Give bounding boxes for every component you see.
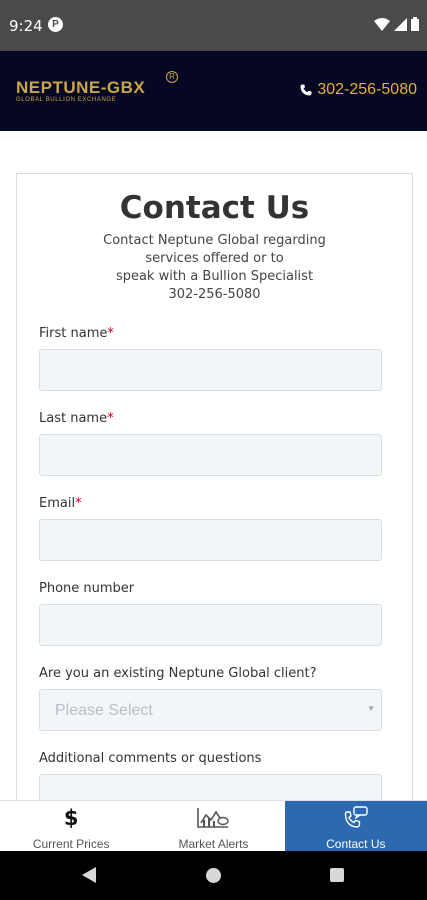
phone-chat-icon — [344, 806, 368, 828]
nav-label: Contact Us — [326, 837, 386, 851]
dollar-icon: $ — [63, 806, 79, 830]
nav-market-alerts[interactable]: Market Alerts — [142, 801, 284, 852]
nav-label: Current Prices — [32, 837, 110, 851]
contact-subtitle: Contact Neptune Global regarding service… — [17, 232, 412, 304]
app-header: NEPTUNE-GBX GLOBAL BULLION EXCHANGE R 30… — [0, 51, 427, 131]
required-marker: * — [107, 326, 114, 341]
back-icon[interactable] — [82, 867, 96, 883]
logo-text: NEPTUNE-GBX — [16, 78, 146, 97]
email-label: Email* — [39, 496, 82, 511]
subtitle-line: services offered or to — [145, 251, 284, 266]
phone-number-label: Phone number — [39, 581, 135, 596]
nav-contact-us[interactable]: Contact Us — [284, 801, 427, 852]
first-name-input[interactable] — [39, 349, 382, 391]
phone-number-input[interactable] — [39, 604, 382, 646]
header-phone-link[interactable]: 302-256-5080 — [300, 81, 417, 99]
caret-down-icon: ▼ — [367, 704, 375, 713]
registered-mark-icon: R — [166, 71, 178, 83]
subtitle-phone[interactable]: 302-256-5080 — [17, 286, 412, 304]
status-time: 9:24 — [9, 17, 43, 35]
nav-label: Market Alerts — [178, 837, 249, 851]
wifi-icon — [374, 17, 390, 31]
comments-label: Additional comments or questions — [39, 751, 262, 766]
page-title: Contact Us — [119, 190, 310, 226]
recent-apps-icon[interactable] — [330, 868, 344, 882]
home-icon[interactable] — [206, 868, 221, 883]
required-marker: * — [107, 411, 114, 426]
system-navigation-bar — [0, 851, 427, 900]
signal-icon — [394, 17, 407, 31]
subtitle-line: speak with a Bullion Specialist — [115, 269, 314, 284]
status-indicators — [374, 17, 419, 31]
chart-alert-icon — [197, 808, 230, 828]
app-notification-icon: P — [48, 17, 63, 32]
header-phone-number: 302-256-5080 — [317, 81, 417, 98]
client-status-select[interactable]: Please Select ▼ — [39, 689, 382, 731]
contact-form-card: Contact Us Contact Neptune Global regard… — [16, 173, 413, 873]
select-placeholder: Please Select — [55, 702, 153, 719]
email-input[interactable] — [39, 519, 382, 561]
battery-icon — [411, 17, 419, 31]
first-name-label: First name* — [39, 326, 114, 341]
status-bar: 9:24 P — [0, 0, 427, 51]
last-name-label: Last name* — [39, 411, 114, 426]
nav-current-prices[interactable]: $ Current Prices — [0, 801, 142, 852]
neptune-gbx-logo[interactable]: NEPTUNE-GBX GLOBAL BULLION EXCHANGE R — [16, 71, 178, 103]
subtitle-line: Contact Neptune Global regarding — [103, 233, 326, 248]
client-question-label: Are you an existing Neptune Global clien… — [39, 666, 317, 681]
required-marker: * — [75, 496, 82, 511]
bottom-nav: $ Current Prices Market Alerts Contact U… — [0, 800, 427, 852]
last-name-input[interactable] — [39, 434, 382, 476]
phone-icon — [300, 84, 312, 96]
